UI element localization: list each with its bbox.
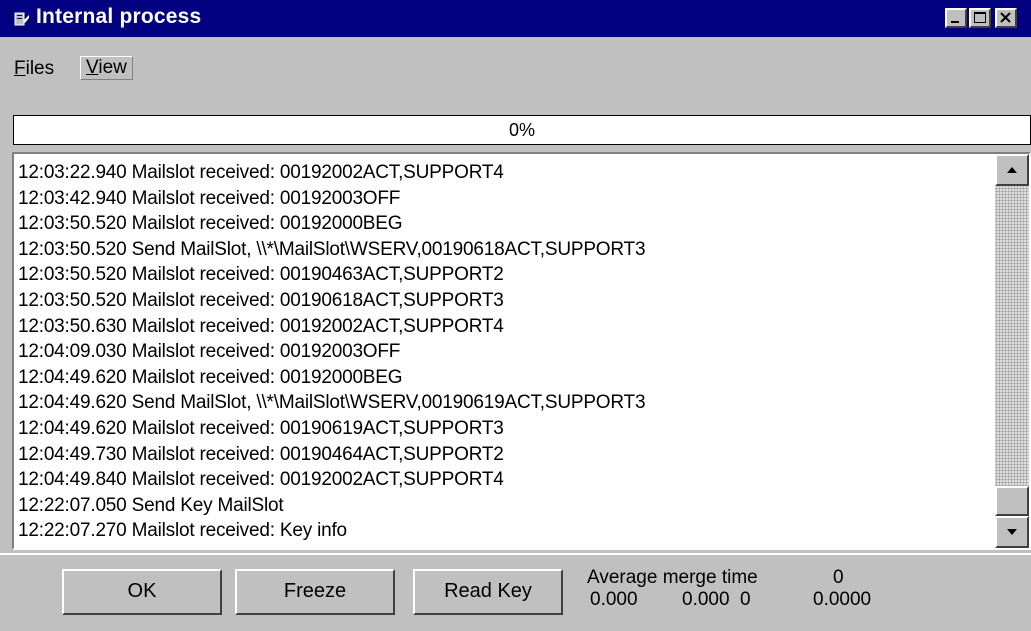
log-lines: 12:03:22.940 Mailslot received: 00192002… — [18, 160, 991, 544]
log-line: 12:04:49.730 Mailslot received: 00190464… — [18, 443, 504, 465]
read-key-button[interactable]: Read Key — [413, 569, 563, 615]
log-line: 12:03:42.940 Mailslot received: 00192003… — [18, 187, 401, 209]
stat-value-4: 0.0000 — [813, 589, 872, 610]
maximize-icon — [974, 12, 986, 23]
bottom-separator — [0, 553, 1031, 555]
scroll-up-button[interactable] — [995, 154, 1029, 186]
minimize-icon — [951, 21, 959, 23]
log-list[interactable]: 12:03:22.940 Mailslot received: 00192002… — [12, 152, 1031, 550]
menu-files-label: iles — [25, 58, 55, 79]
arrow-up-icon — [1007, 167, 1017, 173]
app-icon — [14, 12, 29, 26]
ok-button[interactable]: OK — [62, 569, 222, 615]
log-line: 12:03:50.520 Mailslot received: 00192000… — [18, 213, 403, 235]
freeze-button[interactable]: Freeze — [235, 569, 395, 615]
log-line: 12:04:49.620 Mailslot received: 00190619… — [18, 417, 504, 439]
menu-view[interactable]: View — [80, 56, 133, 80]
log-line: 12:03:50.520 Send MailSlot, \\*\MailSlot… — [18, 238, 646, 260]
log-line: 12:03:50.520 Mailslot received: 00190463… — [18, 264, 504, 286]
menu-view-label: iew — [98, 57, 127, 78]
log-line: 12:04:49.620 Mailslot received: 00192000… — [18, 366, 403, 388]
arrow-down-icon — [1007, 529, 1017, 535]
maximize-button[interactable] — [969, 8, 991, 28]
log-line: 12:22:07.050 Send Key MailSlot — [18, 494, 284, 516]
log-line: 12:04:49.620 Send MailSlot, \\*\MailSlot… — [18, 392, 646, 414]
log-line: 12:22:07.270 Mailslot received: Key info — [18, 520, 347, 542]
close-icon — [1000, 12, 1011, 23]
log-line: 12:04:09.030 Mailslot received: 00192003… — [18, 341, 401, 363]
menu-bar: Files View — [0, 37, 1031, 95]
close-button[interactable] — [995, 8, 1017, 28]
log-line: 12:03:22.940 Mailslot received: 00192002… — [18, 162, 504, 183]
stat-value-1: 0.000 — [590, 589, 638, 610]
menu-files[interactable]: Files — [14, 58, 54, 80]
menu-view-accel: V — [86, 57, 99, 78]
log-line: 12:04:49.840 Mailslot received: 00192002… — [18, 469, 504, 491]
minimize-button[interactable] — [945, 8, 967, 28]
average-merge-time-value: 0 — [833, 567, 844, 588]
stat-value-3: 0 — [740, 589, 751, 610]
stat-value-2: 0.000 — [682, 589, 730, 610]
scroll-thumb[interactable] — [995, 486, 1029, 516]
progress-label: 0% — [508, 120, 535, 140]
log-line: 12:03:50.520 Mailslot received: 00190618… — [18, 289, 504, 311]
log-line: 12:03:50.630 Mailslot received: 00192002… — [18, 315, 504, 337]
progress-bar: 0% — [13, 115, 1031, 145]
title-bar[interactable]: Internal process — [0, 0, 1031, 37]
average-merge-time-label: Average merge time — [587, 567, 758, 588]
scroll-down-button[interactable] — [995, 516, 1029, 548]
menu-files-accel: F — [14, 58, 26, 79]
window-title: Internal process — [36, 5, 202, 28]
vertical-scrollbar[interactable] — [995, 154, 1029, 548]
